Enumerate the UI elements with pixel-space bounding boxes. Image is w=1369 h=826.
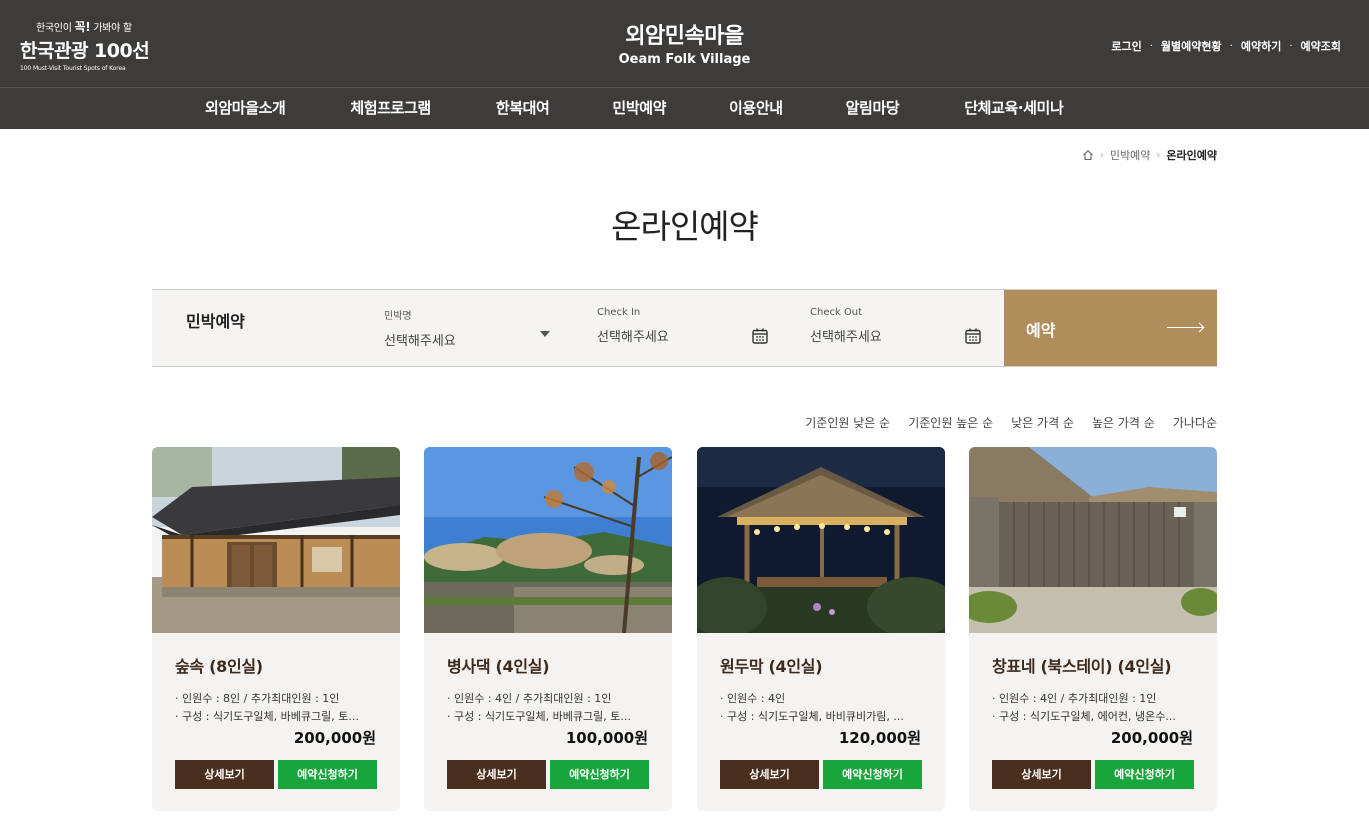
room-card: 원두막 (4인실) · 인원수 : 4인 · 구성 : 식기도구일체, 바비큐비… <box>697 447 945 811</box>
apply-reservation-button[interactable]: 예약신청하기 <box>823 760 922 789</box>
checkout-date-field[interactable]: Check Out 선택해주세요 <box>810 307 990 345</box>
breadcrumb-section[interactable]: 민박예약 <box>1110 147 1150 163</box>
room-price: 120,000원 <box>838 729 921 747</box>
homestay-select[interactable]: 민박명 선택해주세요 <box>384 307 564 349</box>
homestay-select-value[interactable]: 선택해주세요 <box>384 330 564 349</box>
calendar-icon[interactable] <box>964 327 982 345</box>
room-name[interactable]: 창표네 (북스테이) (4인실) <box>992 653 1194 677</box>
room-photo[interactable] <box>697 447 945 637</box>
room-capacity: · 인원수 : 4인 <box>720 692 786 705</box>
reserve-button[interactable]: 예약 <box>1004 290 1217 366</box>
checkout-date-value[interactable]: 선택해주세요 <box>810 326 990 345</box>
view-details-button[interactable]: 상세보기 <box>447 760 546 789</box>
view-details-button[interactable]: 상세보기 <box>992 760 1091 789</box>
apply-reservation-button[interactable]: 예약신청하기 <box>550 760 649 789</box>
apply-reservation-button[interactable]: 예약신청하기 <box>1095 760 1194 789</box>
nav-item-usage-guide[interactable]: 이용안내 <box>729 88 783 129</box>
nav-item-hanbok-rental[interactable]: 한복대여 <box>496 88 550 129</box>
reservation-search-bar: 민박예약 민박명 선택해주세요 Check In 선택해주세요 Check Ou… <box>152 289 1217 367</box>
search-label: 민박예약 <box>186 312 245 331</box>
room-capacity: · 인원수 : 8인 / 추가최대인원 : 1인 <box>175 692 340 705</box>
calendar-icon[interactable] <box>751 327 769 345</box>
sort-price-asc[interactable]: 낮은 가격 순 <box>1011 414 1074 431</box>
room-capacity: · 인원수 : 4인 / 추가최대인원 : 1인 <box>992 692 1157 705</box>
room-name[interactable]: 숲속 (8인실) <box>175 653 377 677</box>
room-photo[interactable] <box>969 447 1217 633</box>
room-photo[interactable] <box>152 447 400 633</box>
checkin-date-field[interactable]: Check In 선택해주세요 <box>597 307 777 345</box>
view-details-button[interactable]: 상세보기 <box>720 760 819 789</box>
checkin-date-value[interactable]: 선택해주세요 <box>597 326 777 345</box>
room-price: 200,000원 <box>293 729 376 747</box>
chevron-right-icon: › <box>1156 149 1161 161</box>
room-card: 숲속 (8인실) · 인원수 : 8인 / 추가최대인원 : 1인 · 구성 :… <box>152 447 400 811</box>
main-navigation: 외암마을소개 체험프로그램 한복대여 민박예약 이용안내 알림마당 단체교육·세… <box>0 87 1369 129</box>
room-price: 200,000원 <box>1110 729 1193 747</box>
nav-item-group-education[interactable]: 단체교육·세미나 <box>964 88 1064 129</box>
room-card: 병사댁 (4인실) · 인원수 : 4인 / 추가최대인원 : 1인 · 구성 … <box>424 447 672 811</box>
room-price: 100,000원 <box>565 729 648 747</box>
make-reservation-link[interactable]: 예약하기 <box>1241 38 1281 54</box>
room-name[interactable]: 병사댁 (4인실) <box>447 653 649 677</box>
utility-menu: 로그인 · 월별예약현황 · 예약하기 · 예약조회 <box>1111 38 1341 54</box>
chevron-down-icon[interactable] <box>540 331 550 337</box>
reservation-lookup-link[interactable]: 예약조회 <box>1301 38 1341 54</box>
monthly-reservation-status-link[interactable]: 월별예약현황 <box>1161 38 1222 54</box>
site-header: 한국인이 꼭! 가봐야 할 한국관광 100선 100 Must-Visit T… <box>0 0 1369 87</box>
view-details-button[interactable]: 상세보기 <box>175 760 274 789</box>
breadcrumb-current: 온라인예약 <box>1166 149 1217 162</box>
page-title: 온라인예약 <box>611 207 759 246</box>
login-link[interactable]: 로그인 <box>1111 38 1141 54</box>
nav-item-experience-programs[interactable]: 체험프로그램 <box>350 88 431 129</box>
nav-item-village-intro[interactable]: 외암마을소개 <box>205 88 286 129</box>
room-card: 창표네 (북스테이) (4인실) · 인원수 : 4인 / 추가최대인원 : 1… <box>969 447 1217 811</box>
room-photo[interactable] <box>424 447 672 634</box>
room-capacity: · 인원수 : 4인 / 추가최대인원 : 1인 <box>447 692 612 705</box>
nav-item-notices[interactable]: 알림마당 <box>846 88 900 129</box>
breadcrumb: › 민박예약 › 온라인예약 <box>1082 147 1217 163</box>
room-config: · 구성 : 식기도구일체, 에어컨, 냉온수... <box>992 710 1176 723</box>
site-title-english[interactable]: Oeam Folk Village <box>0 52 1369 67</box>
sort-capacity-asc[interactable]: 기준인원 낮은 순 <box>805 414 890 431</box>
room-config: · 구성 : 식기도구일체, 바베큐그릴, 토... <box>175 710 359 723</box>
room-config: · 구성 : 식기도구일체, 바베큐그릴, 토... <box>447 710 631 723</box>
room-name[interactable]: 원두막 (4인실) <box>720 653 922 677</box>
nav-item-homestay-reservation[interactable]: 민박예약 <box>612 88 666 129</box>
sort-alphabetical[interactable]: 가나다순 <box>1173 414 1217 431</box>
sort-price-desc[interactable]: 높은 가격 순 <box>1092 414 1155 431</box>
sort-capacity-desc[interactable]: 기준인원 높은 순 <box>908 414 993 431</box>
home-icon[interactable] <box>1082 149 1094 161</box>
chevron-right-icon: › <box>1099 149 1104 161</box>
arrow-right-icon <box>1167 327 1203 328</box>
sort-options: 기준인원 낮은 순 기준인원 높은 순 낮은 가격 순 높은 가격 순 가나다순 <box>805 414 1217 431</box>
apply-reservation-button[interactable]: 예약신청하기 <box>278 760 377 789</box>
room-config: · 구성 : 식기도구일체, 바비큐비가림, ... <box>720 710 904 723</box>
